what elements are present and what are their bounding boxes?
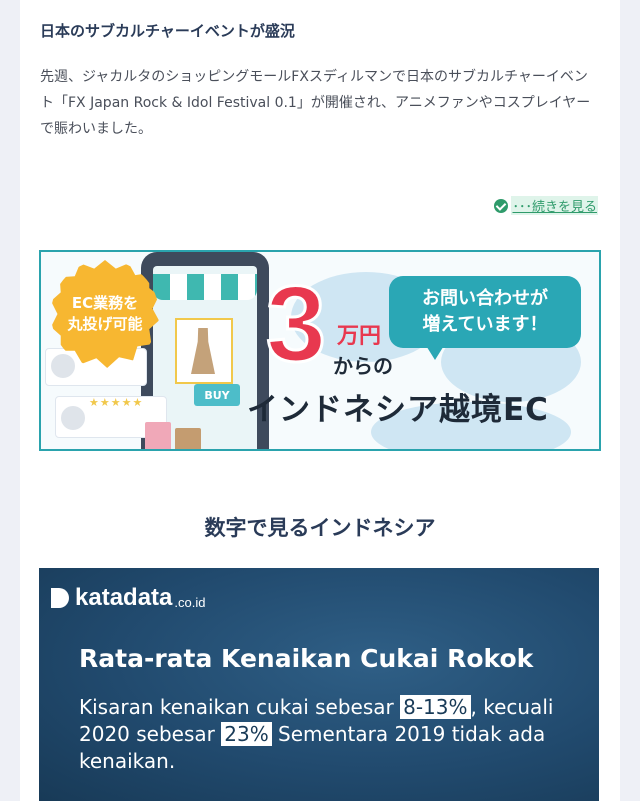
avatar-icon [49,352,77,380]
buy-button: BUY [194,384,240,406]
avatar-icon [59,404,87,432]
badge-line-2: 丸投げ可能 [67,315,143,333]
speech-bubble-tail [425,344,445,360]
ec-banner[interactable]: BUY ★★★★★ EC業務を 丸投げ可能 3 万円 からの お問い合わせが 増… [39,250,601,451]
katadata-logo-icon [51,588,69,608]
badge-line-1: EC業務を [71,294,139,312]
price-from: からの [333,354,393,378]
content-panel: 日本のサブカルチャーイベントが盛況 先週、ジャカルタのショッピングモールFXスデ… [20,0,620,801]
shop-awning [153,274,257,300]
speech-bubble: お問い合わせが 増えています！ [389,276,581,348]
infographic-image[interactable]: katadata .co.id Rata-rata Kenaikan Cukai… [39,568,599,801]
rating-stars: ★★★★★ [89,396,144,409]
logo-name: katadata [75,584,173,611]
highlight-value: 8-13% [400,695,471,719]
bubble-line-2: 増えています！ [422,314,548,335]
shopping-bag-icon [145,422,171,449]
katadata-logo: katadata .co.id [51,584,205,612]
check-circle-icon [494,198,509,213]
infographic-title: Rata-rata Kenaikan Cukai Rokok [79,644,534,673]
dress-icon [191,328,215,374]
article-title: 日本のサブカルチャーイベントが盛況 [40,22,295,40]
price-unit: 万円 [337,324,382,349]
shopping-bag-icon [175,428,201,449]
section-heading: 数字で見るインドネシア [204,516,436,540]
product-frame [175,318,233,384]
logo-suffix: .co.id [174,594,206,610]
article-body: 先週、ジャカルタのショッピングモールFXスディルマンで日本のサブカルチャーイベン… [40,69,591,137]
banner-headline: インドネシア越境EC [247,392,549,428]
read-more-label[interactable]: ･･･続きを見る [511,196,598,215]
read-more-link[interactable]: ･･･続きを見る [494,196,598,215]
body-text: Kisaran kenaikan cukai sebesar [79,695,401,719]
infographic-body: Kisaran kenaikan cukai sebesar 8-13%, ke… [79,694,579,775]
highlight-value: 23% [221,722,272,746]
price-number: 3 [264,263,327,384]
bubble-line-1: お問い合わせが [422,288,548,309]
